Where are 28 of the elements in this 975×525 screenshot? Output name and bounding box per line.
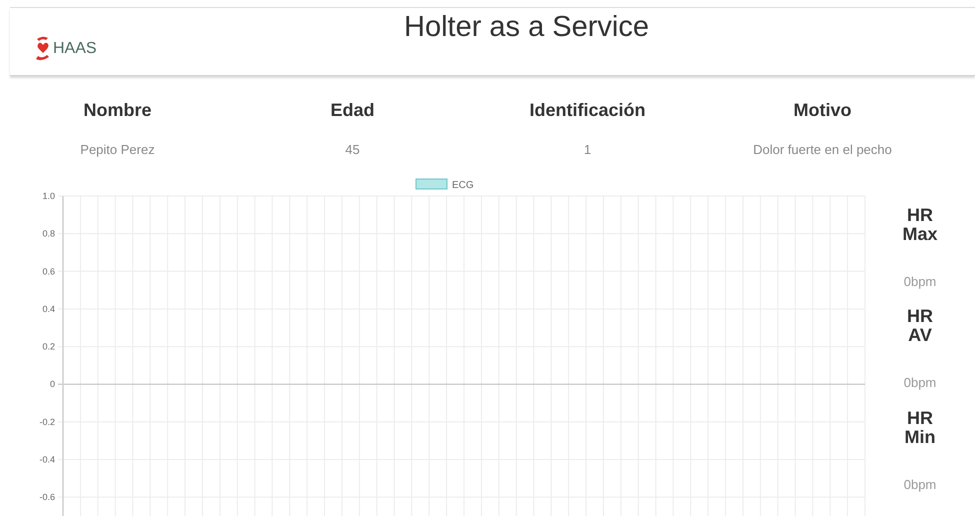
page-title: Holter as a Service [404, 10, 649, 45]
y-tick-label: -0.2 [39, 416, 55, 426]
table-cell-text: Dolor fuerte en el pecho [752, 141, 893, 159]
y-tick-label: -0.6 [39, 492, 55, 502]
stat-label: HR AV [906, 307, 934, 345]
y-tick-label: -0.4 [39, 454, 55, 464]
y-tick-label: 0 [50, 378, 55, 389]
table-cell-text: 1 [582, 141, 592, 159]
legend-swatch[interactable] [416, 178, 448, 189]
table-cell-text: 45 [344, 141, 361, 159]
y-tick-label: 0.8 [42, 228, 55, 238]
column-header: Motivo [792, 99, 852, 122]
logo-text: HAAS [53, 39, 97, 59]
y-tick-label: 0.4 [42, 303, 55, 314]
stat-label: HR Max [901, 206, 938, 244]
table-cell-text: Pepito Perez [79, 141, 156, 159]
hands-heart-icon [34, 35, 52, 63]
column-header: Edad [329, 99, 376, 122]
y-tick-label: 0.6 [42, 266, 55, 276]
stat-value: 0bpm [904, 476, 936, 494]
y-tick-label: 1.0 [42, 190, 55, 200]
y-tick-label: 0.2 [42, 341, 55, 352]
column-header: Nombre [82, 99, 152, 122]
stat-value: 0bpm [904, 374, 936, 392]
stat-label: HR Min [904, 408, 936, 446]
legend-label: ECG [452, 180, 474, 190]
column-header: Identificación [528, 99, 646, 122]
stat-value: 0bpm [904, 272, 936, 291]
